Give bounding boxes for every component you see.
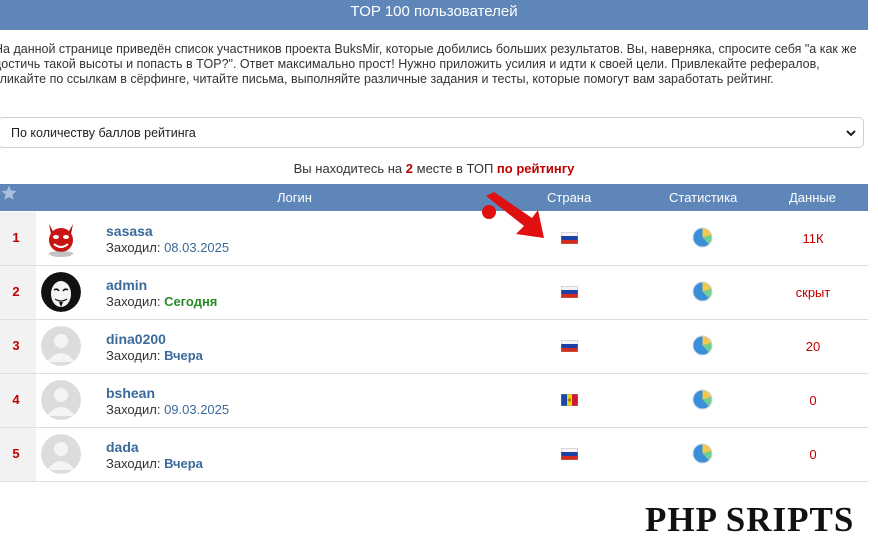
last-visit: Заходил: Вчера bbox=[106, 348, 203, 363]
stats-pie-icon[interactable] bbox=[692, 335, 713, 356]
last-visit: Заходил: 09.03.2025 bbox=[106, 402, 230, 417]
mask-avatar-icon[interactable] bbox=[41, 272, 81, 312]
moldova-flag-icon bbox=[561, 394, 578, 406]
rank-position: 2 bbox=[405, 161, 414, 176]
page-header: TOP 100 пользователей bbox=[0, 0, 868, 30]
table-header: Логин Страна Статистика Данные bbox=[0, 184, 868, 211]
table-row: 1 sasasa Заходил: 08.03.2025 11К bbox=[0, 212, 868, 266]
row-rank: 4 bbox=[12, 392, 20, 407]
user-data: 0 bbox=[809, 447, 817, 462]
user-data: 20 bbox=[805, 339, 821, 354]
default-avatar-icon[interactable] bbox=[41, 434, 81, 474]
column-data: Данные bbox=[789, 190, 836, 205]
user-login-link[interactable]: dada bbox=[106, 439, 139, 455]
rating-link[interactable]: по рейтингу bbox=[497, 161, 574, 176]
default-avatar-icon[interactable] bbox=[41, 380, 81, 420]
stats-pie-icon[interactable] bbox=[692, 443, 713, 464]
sort-select[interactable]: По количеству баллов рейтинга bbox=[0, 117, 864, 148]
user-data: 11К bbox=[802, 231, 824, 246]
russia-flag-icon bbox=[561, 286, 578, 298]
table-row: 5 dada Заходил: Вчера 0 bbox=[0, 428, 868, 482]
devil-avatar-icon[interactable] bbox=[41, 218, 81, 258]
russia-flag-icon bbox=[561, 232, 578, 244]
column-stats: Статистика bbox=[669, 190, 738, 205]
default-avatar-icon[interactable] bbox=[41, 326, 81, 366]
row-rank: 1 bbox=[12, 230, 20, 245]
sort-select-value: По количеству баллов рейтинга bbox=[11, 126, 196, 140]
column-country: Страна bbox=[547, 190, 592, 205]
column-login: Логин bbox=[277, 190, 312, 205]
star-icon bbox=[1, 185, 17, 200]
stats-pie-icon[interactable] bbox=[692, 227, 713, 248]
russia-flag-icon bbox=[561, 340, 578, 352]
rank-status: Вы находитесь на 2 месте в ТОП по рейтин… bbox=[293, 161, 575, 176]
row-rank: 2 bbox=[12, 284, 20, 299]
user-login-link[interactable]: dina0200 bbox=[106, 331, 166, 347]
row-rank: 3 bbox=[12, 338, 20, 353]
last-visit: Заходил: Вчера bbox=[106, 456, 203, 471]
table-row: 4 bshean Заходил: 09.03.2025 0 bbox=[0, 374, 868, 428]
page-title: TOP 100 пользователей bbox=[350, 3, 518, 20]
last-visit: Заходил: 08.03.2025 bbox=[106, 240, 230, 255]
stats-pie-icon[interactable] bbox=[692, 389, 713, 410]
russia-flag-icon bbox=[561, 448, 578, 460]
stats-pie-icon[interactable] bbox=[692, 281, 713, 302]
intro-text: На данной странице приведён список участ… bbox=[0, 42, 857, 86]
user-login-link[interactable]: sasasa bbox=[106, 223, 153, 239]
user-login-link[interactable]: admin bbox=[106, 277, 147, 293]
row-rank: 5 bbox=[12, 446, 20, 461]
user-data: скрыт bbox=[795, 285, 831, 300]
annotation-arrow-icon bbox=[482, 192, 544, 238]
user-login-link[interactable]: bshean bbox=[106, 385, 155, 401]
table-row: 3 dina0200 Заходил: Вчера 20 bbox=[0, 320, 868, 374]
table-row: 2 admin Заходил: Сегодня скрыт bbox=[0, 266, 868, 320]
watermark: PHP SRIPTS bbox=[645, 500, 855, 539]
chevron-down-icon bbox=[846, 130, 856, 137]
user-data: 0 bbox=[809, 393, 817, 408]
last-visit: Заходил: Сегодня bbox=[106, 294, 218, 309]
